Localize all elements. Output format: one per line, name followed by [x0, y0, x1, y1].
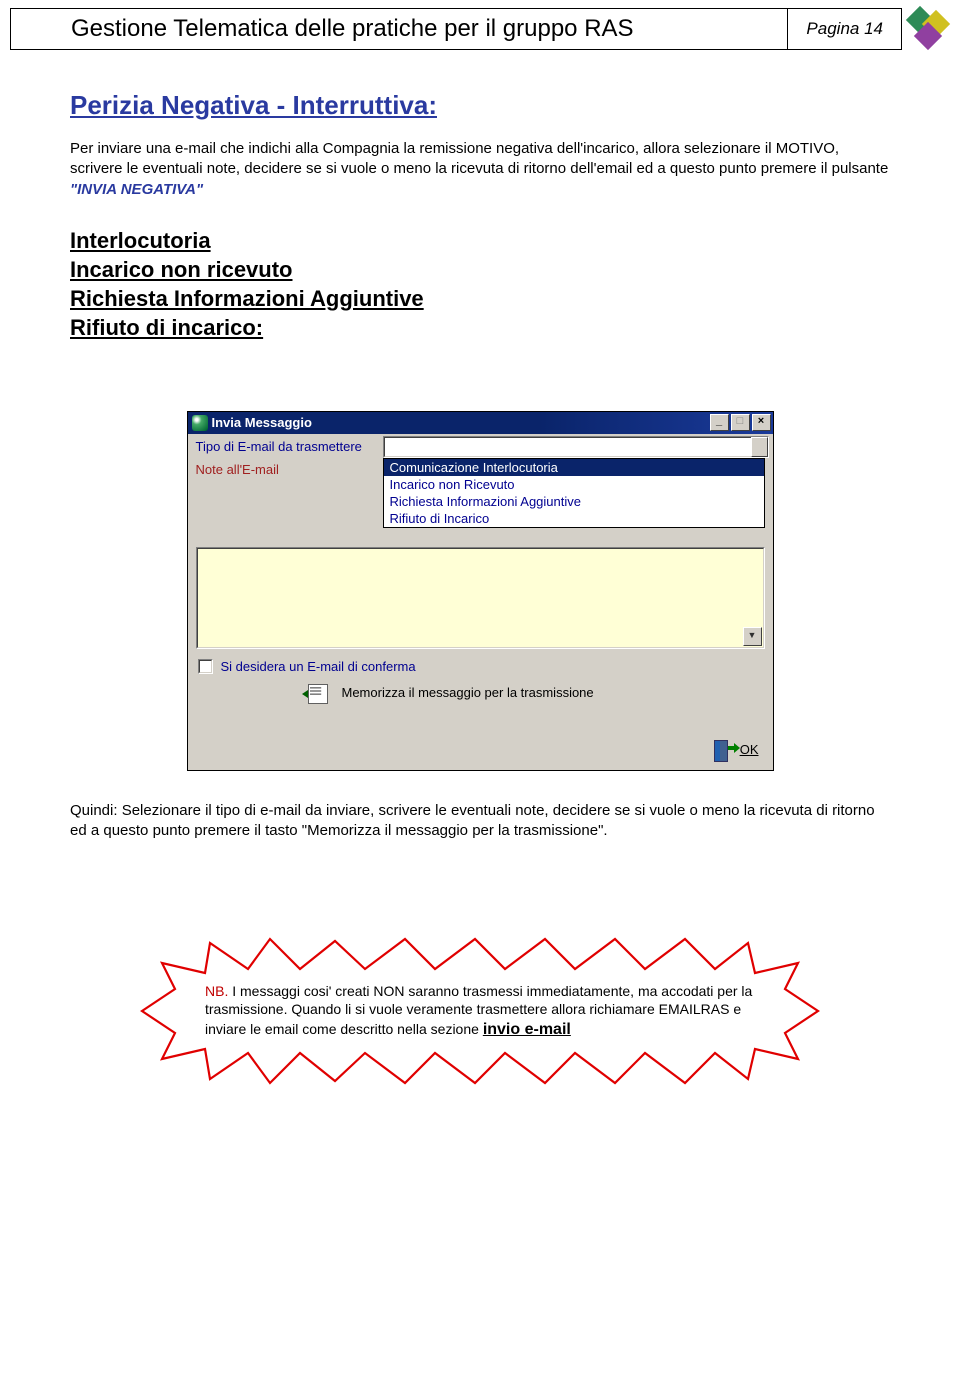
dialog-titlebar[interactable]: Invia Messaggio _ □ × — [188, 412, 773, 434]
sublink-interlocutoria[interactable]: Interlocutoria — [70, 228, 890, 254]
intro-button-name: "INVIA NEGATIVA" — [70, 181, 203, 198]
scroll-down-icon[interactable]: ▼ — [743, 627, 762, 646]
dialog-body: Tipo di E-mail da trasmettere Note all'E… — [188, 434, 773, 770]
dropdown-item-non-ricevuto[interactable]: Incarico non Ricevuto — [384, 476, 764, 493]
note-textarea[interactable]: ▼ — [196, 547, 765, 649]
form-area: Tipo di E-mail da trasmettere Note all'E… — [192, 436, 769, 480]
intro-text: Per inviare una e-mail che indichi alla … — [70, 140, 888, 177]
invia-messaggio-dialog: Invia Messaggio _ □ × Tipo di E-mail da … — [187, 411, 774, 771]
note-label: Note all'E-mail — [192, 459, 383, 480]
app-icon — [192, 415, 208, 431]
ok-label-rest: K — [750, 742, 759, 757]
sublink-richiesta-info[interactable]: Richiesta Informazioni Aggiuntive — [70, 286, 890, 312]
dropdown-item-richiesta-info[interactable]: Richiesta Informazioni Aggiuntive — [384, 493, 764, 510]
confirm-row: Si desidera un E-mail di conferma — [198, 659, 763, 674]
memorize-row[interactable]: Memorizza il messaggio per la trasmissio… — [302, 682, 763, 704]
note-link[interactable]: invio e-mail — [483, 1021, 571, 1038]
page-number: Pagina 14 — [788, 19, 901, 39]
header-box: Gestione Telematica delle pratiche per i… — [10, 8, 902, 50]
section-heading: Perizia Negativa - Interruttiva: — [70, 90, 890, 121]
note-callout: NB. I messaggi cosi' creati NON saranno … — [120, 921, 840, 1101]
email-type-label: Tipo di E-mail da trasmettere — [192, 436, 383, 457]
memorize-icon — [302, 682, 332, 704]
email-type-combo[interactable] — [383, 436, 769, 458]
dropdown-item-rifiuto[interactable]: Rifiuto di Incarico — [384, 510, 764, 527]
after-dialog-paragraph: Quindi: Selezionare il tipo di e-mail da… — [70, 801, 890, 842]
content: Perizia Negativa - Interruttiva: Per inv… — [70, 90, 890, 1101]
note-text: NB. I messaggi cosi' creati NON saranno … — [205, 982, 755, 1041]
sublink-rifiuto-incarico[interactable]: Rifiuto di incarico: — [70, 315, 890, 341]
confirm-checkbox[interactable] — [198, 659, 213, 674]
intro-paragraph: Per inviare una e-mail che indichi alla … — [70, 139, 890, 200]
exit-icon — [712, 740, 732, 760]
sublink-incarico-non-ricevuto[interactable]: Incarico non ricevuto — [70, 257, 890, 283]
page: Gestione Telematica delle pratiche per i… — [0, 8, 960, 1161]
close-button[interactable]: × — [752, 414, 771, 431]
window-buttons: _ □ × — [710, 414, 771, 431]
memorize-label: Memorizza il messaggio per la trasmissio… — [342, 685, 594, 700]
maximize-button[interactable]: □ — [731, 414, 750, 431]
ok-button[interactable]: OK — [740, 742, 759, 757]
email-type-row: Tipo di E-mail da trasmettere — [192, 436, 769, 458]
dropdown-item-interlocutoria[interactable]: Comunicazione Interlocutoria — [384, 459, 764, 476]
sublinks-list: Interlocutoria Incarico non ricevuto Ric… — [70, 228, 890, 341]
page-header: Gestione Telematica delle pratiche per i… — [10, 8, 950, 50]
ok-row: OK — [192, 740, 759, 760]
email-type-dropdown-list: Comunicazione Interlocutoria Incarico no… — [383, 458, 765, 528]
confirm-label: Si desidera un E-mail di conferma — [221, 659, 416, 674]
minimize-button[interactable]: _ — [710, 414, 729, 431]
note-body: I messaggi cosi' creati NON saranno tras… — [205, 983, 752, 1038]
logo-icon — [908, 8, 950, 50]
note-prefix: NB. — [205, 983, 228, 999]
dialog-title: Invia Messaggio — [212, 415, 710, 430]
header-title: Gestione Telematica delle pratiche per i… — [11, 15, 787, 43]
chevron-down-icon[interactable] — [751, 437, 768, 457]
